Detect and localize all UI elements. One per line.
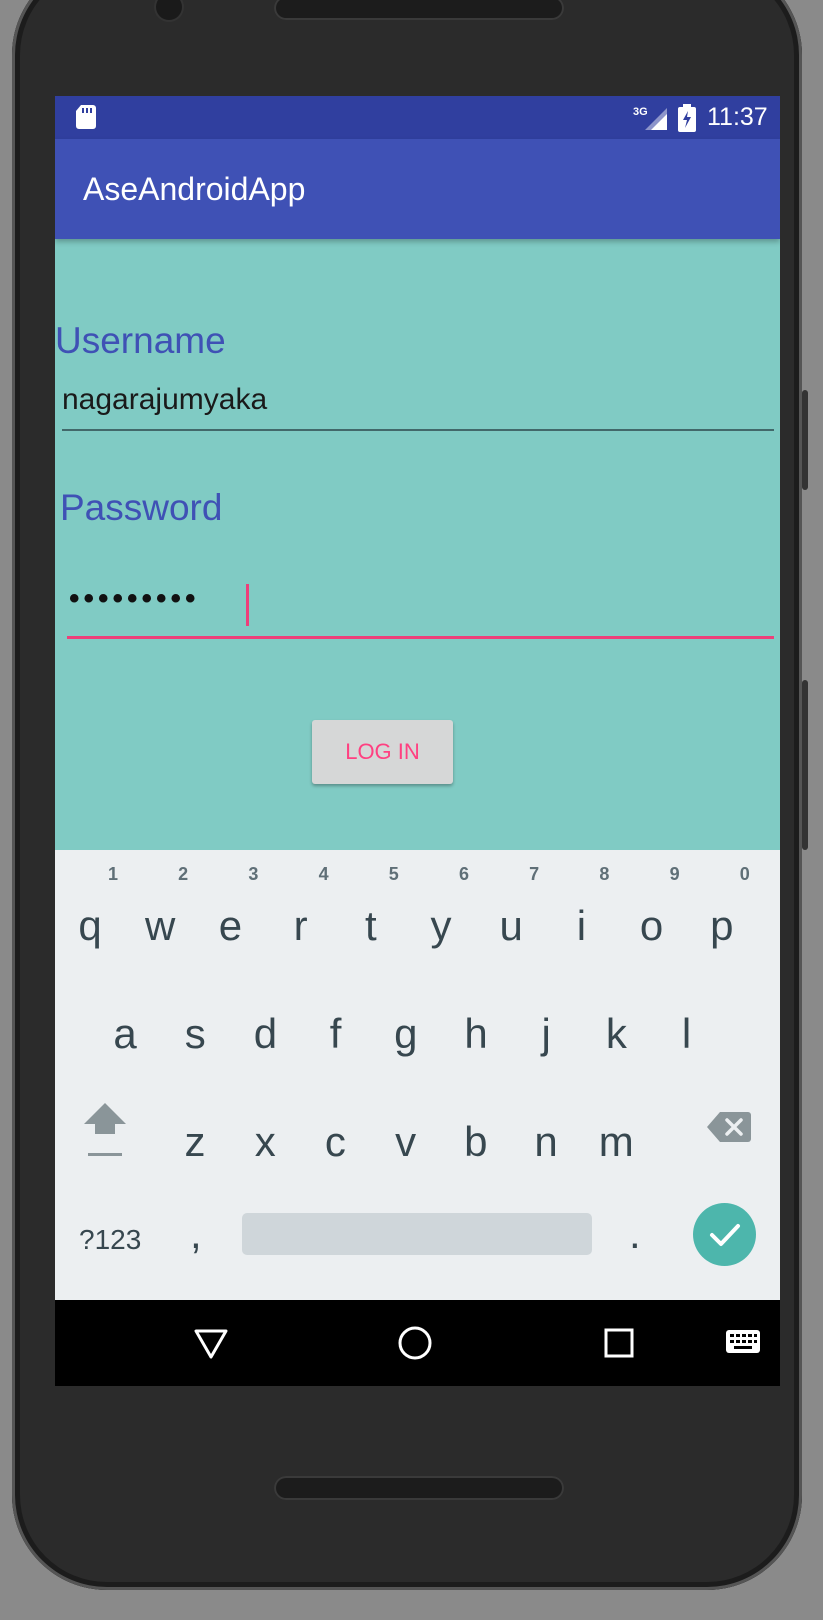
key-g[interactable]: g — [376, 1010, 436, 1058]
username-label: Username — [55, 320, 226, 361]
key-h[interactable]: h — [446, 1010, 506, 1058]
power-button — [802, 680, 808, 850]
key-k[interactable]: k — [586, 1010, 646, 1058]
key-z[interactable]: z — [165, 1118, 225, 1166]
key-u[interactable]: u7 — [481, 864, 541, 950]
home-icon[interactable] — [397, 1325, 433, 1361]
done-key[interactable] — [693, 1203, 756, 1266]
network-type-label: 3G — [633, 106, 648, 118]
battery-icon — [678, 104, 696, 132]
text-cursor — [246, 584, 249, 626]
password-value: ••••••••• — [69, 582, 200, 615]
key-y[interactable]: y6 — [411, 864, 471, 950]
key-o[interactable]: o9 — [622, 864, 682, 950]
soft-keyboard: q1w2e3r4t5y6u7i8o9p0 asdfghjkl zxcvbnm ?… — [55, 850, 780, 1300]
username-input[interactable]: nagarajumyaka — [62, 373, 774, 431]
back-icon[interactable] — [193, 1325, 229, 1361]
key-hint-6: 6 — [458, 864, 469, 884]
key-hint-0: 0 — [739, 864, 750, 884]
key-i[interactable]: i8 — [551, 864, 611, 950]
key-m[interactable]: m — [586, 1118, 646, 1166]
recents-icon[interactable] — [603, 1325, 635, 1361]
key-a[interactable]: a — [95, 1010, 155, 1058]
symbols-key[interactable]: ?123 — [79, 1224, 141, 1256]
password-input[interactable]: ••••••••• — [67, 576, 774, 639]
key-w[interactable]: w2 — [130, 864, 190, 950]
username-value: nagarajumyaka — [62, 383, 268, 416]
check-icon — [710, 1224, 740, 1246]
key-hint-7: 7 — [529, 864, 540, 884]
key-hint-4: 4 — [318, 864, 329, 884]
password-label: Password — [60, 487, 223, 528]
camera — [156, 0, 182, 20]
shift-key[interactable] — [82, 1100, 128, 1158]
login-button[interactable]: LOG IN — [312, 720, 453, 784]
key-hint-2: 2 — [178, 864, 189, 884]
key-b[interactable]: b — [446, 1118, 506, 1166]
key-e[interactable]: e3 — [200, 864, 260, 950]
sd-card-icon — [76, 105, 96, 129]
key-hint-9: 9 — [669, 864, 680, 884]
status-time: 11:37 — [707, 103, 768, 131]
key-f[interactable]: f — [306, 1010, 366, 1058]
key-t[interactable]: t5 — [341, 864, 401, 950]
key-j[interactable]: j — [516, 1010, 576, 1058]
key-hint-8: 8 — [599, 864, 610, 884]
key-r[interactable]: r4 — [271, 864, 331, 950]
key-d[interactable]: d — [235, 1010, 295, 1058]
signal-icon: 3G — [633, 106, 667, 130]
key-hint-5: 5 — [388, 864, 399, 884]
key-x[interactable]: x — [235, 1118, 295, 1166]
period-key[interactable]: . — [629, 1210, 641, 1258]
key-n[interactable]: n — [516, 1118, 576, 1166]
phone-frame: 3G 11:37 AseAndroidApp Username nagaraju… — [12, 0, 808, 1590]
status-bar: 3G 11:37 — [55, 96, 780, 139]
spacebar-key[interactable] — [242, 1213, 592, 1255]
key-hint-1: 1 — [107, 864, 118, 884]
bottom-speaker — [274, 1476, 564, 1500]
backspace-key[interactable] — [706, 1110, 752, 1144]
key-q[interactable]: q1 — [60, 864, 120, 950]
app-bar: AseAndroidApp — [55, 139, 780, 239]
key-hint-3: 3 — [248, 864, 259, 884]
key-s[interactable]: s — [165, 1010, 225, 1058]
earpiece-speaker — [274, 0, 564, 20]
key-p[interactable]: p0 — [692, 864, 752, 950]
screen: 3G 11:37 AseAndroidApp Username nagaraju… — [55, 96, 780, 1386]
volume-button — [802, 390, 808, 490]
key-l[interactable]: l — [657, 1010, 717, 1058]
comma-key[interactable]: , — [190, 1210, 202, 1258]
navigation-bar — [55, 1300, 780, 1386]
key-c[interactable]: c — [305, 1118, 365, 1166]
key-v[interactable]: v — [376, 1118, 436, 1166]
keyboard-icon[interactable] — [725, 1329, 761, 1357]
app-title: AseAndroidApp — [83, 171, 306, 207]
